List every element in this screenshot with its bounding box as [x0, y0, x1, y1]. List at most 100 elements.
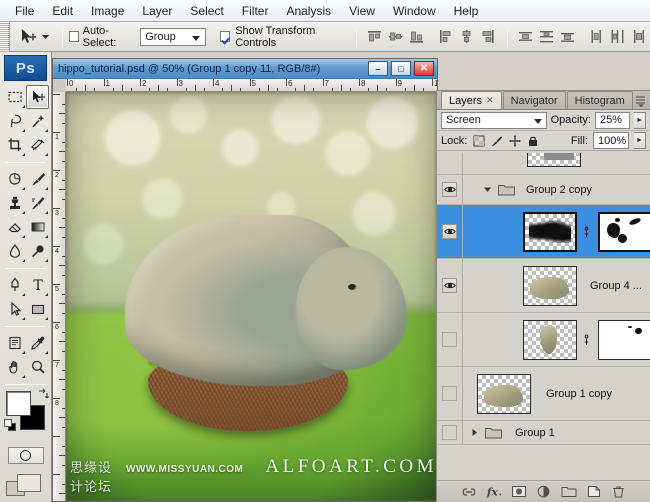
layer-row-hidden-leg[interactable] [437, 313, 650, 367]
magic-wand-tool[interactable] [26, 109, 49, 133]
distribute-left-edges-icon[interactable] [588, 28, 605, 45]
layer-row-group-4[interactable]: Group 4 ... [437, 259, 650, 313]
align-vertical-centers-icon[interactable] [387, 28, 404, 45]
patch-healing-tool[interactable] [3, 167, 26, 191]
align-bottom-edges-icon[interactable] [408, 28, 425, 45]
show-transform-checkbox[interactable] [220, 31, 230, 42]
menu-item-select[interactable]: Select [181, 2, 232, 20]
align-right-edges-icon[interactable] [479, 28, 496, 45]
layer-thumbnail[interactable] [477, 374, 531, 414]
new-adjustment-layer-icon[interactable] [536, 484, 552, 499]
triangle-right-icon[interactable] [469, 428, 480, 437]
foreground-color-swatch[interactable] [6, 391, 31, 416]
lock-position-icon[interactable] [508, 134, 521, 147]
align-top-edges-icon[interactable] [366, 28, 383, 45]
new-layer-icon[interactable] [586, 484, 602, 499]
blur-tool[interactable] [3, 239, 26, 263]
link-icon[interactable] [582, 333, 591, 347]
eye-icon-hidden[interactable] [442, 332, 457, 347]
zoom-tool[interactable] [26, 355, 49, 379]
active-tool-preset-picker[interactable] [10, 27, 56, 47]
layer-row[interactable] [437, 153, 650, 175]
menu-item-filter[interactable]: Filter [233, 2, 278, 20]
opacity-stepper[interactable]: ► [634, 112, 646, 129]
tab-navigator[interactable]: Navigator [503, 91, 566, 109]
layer-visibility-cell[interactable] [437, 153, 463, 174]
tab-histogram[interactable]: Histogram [567, 91, 633, 109]
distribute-right-edges-icon[interactable] [630, 28, 647, 45]
slice-tool[interactable] [26, 133, 49, 157]
eye-icon[interactable] [442, 182, 457, 197]
layer-row-group-2-copy[interactable]: Group 2 copy [437, 175, 650, 205]
eyedropper-tool[interactable] [26, 331, 49, 355]
auto-select-dropdown[interactable]: Group [140, 28, 206, 46]
layer-mask-thumbnail[interactable] [598, 320, 650, 360]
menu-item-file[interactable]: File [6, 2, 43, 20]
layer-visibility-cell[interactable] [437, 367, 463, 420]
layer-mask-thumbnail[interactable] [598, 212, 650, 252]
brush-tool[interactable] [26, 167, 49, 191]
notes-tool[interactable] [3, 331, 26, 355]
eraser-tool[interactable] [3, 215, 26, 239]
menu-item-image[interactable]: Image [82, 2, 133, 20]
close-button[interactable]: ✕ [414, 61, 434, 76]
path-selection-tool[interactable] [3, 297, 26, 321]
document-title-bar[interactable]: hippo_tutorial.psd @ 50% (Group 1 copy 1… [53, 59, 437, 79]
auto-select-checkbox[interactable] [69, 31, 79, 42]
crop-tool[interactable] [3, 133, 26, 157]
quick-mask-mode-icon[interactable] [8, 447, 44, 464]
distribute-bottom-edges-icon[interactable] [559, 28, 576, 45]
menu-item-view[interactable]: View [340, 2, 384, 20]
link-icon[interactable] [582, 225, 591, 239]
blend-mode-dropdown[interactable]: Screen [441, 112, 547, 129]
type-tool[interactable]: T [26, 273, 49, 297]
menu-item-help[interactable]: Help [445, 2, 488, 20]
layer-visibility-cell[interactable] [437, 421, 463, 444]
eye-icon-hidden[interactable] [442, 425, 457, 440]
lasso-tool[interactable] [3, 109, 26, 133]
new-group-icon[interactable] [561, 484, 577, 499]
fill-input[interactable]: 100% [593, 132, 629, 149]
layer-visibility-cell[interactable] [437, 175, 463, 204]
menu-item-analysis[interactable]: Analysis [277, 2, 340, 20]
layer-visibility-cell[interactable] [437, 313, 463, 366]
gradient-tool[interactable] [26, 215, 49, 239]
canvas-area[interactable]: 思缘设计论坛 WWW.MISSYUAN.COM ALFOART.COM [66, 92, 437, 501]
dodge-tool[interactable] [26, 239, 49, 263]
add-layer-mask-icon[interactable] [511, 484, 527, 499]
hand-tool[interactable] [3, 355, 26, 379]
move-tool[interactable] [26, 85, 49, 109]
layer-row-group-1-copy[interactable]: Group 1 copy [437, 367, 650, 421]
vertical-ruler[interactable]: 12345678 [53, 92, 66, 501]
screen-mode-icon[interactable] [6, 474, 46, 500]
rectangle-shape-tool[interactable] [26, 297, 49, 321]
eye-icon[interactable] [442, 278, 457, 293]
maximize-button[interactable]: □ [391, 61, 411, 76]
opacity-input[interactable]: 25% [595, 112, 630, 129]
tool-preset-chevron-down-icon[interactable] [41, 32, 50, 41]
menu-item-edit[interactable]: Edit [43, 2, 82, 20]
lock-image-pixels-icon[interactable] [490, 134, 503, 147]
align-left-edges-icon[interactable] [437, 28, 454, 45]
layer-row-group-1[interactable]: Group 1 [437, 421, 650, 445]
layer-thumbnail[interactable] [527, 153, 581, 167]
layer-thumbnail[interactable] [523, 266, 577, 306]
triangle-down-icon[interactable] [482, 185, 493, 194]
distribute-vertical-centers-icon[interactable] [538, 28, 555, 45]
minimize-button[interactable]: – [368, 61, 388, 76]
lock-all-icon[interactable] [526, 134, 539, 147]
clone-stamp-tool[interactable] [3, 191, 26, 215]
options-bar-grip[interactable] [0, 22, 10, 52]
swap-colors-icon[interactable] [37, 388, 49, 400]
layer-style-fx-icon[interactable]: fx [486, 484, 502, 499]
layer-visibility-cell[interactable] [437, 259, 463, 312]
distribute-horizontal-centers-icon[interactable] [609, 28, 626, 45]
layer-row-selected[interactable] [437, 205, 650, 259]
eye-icon[interactable] [442, 224, 457, 239]
align-horizontal-centers-icon[interactable] [458, 28, 475, 45]
pen-tool[interactable] [3, 273, 26, 297]
distribute-top-edges-icon[interactable] [517, 28, 534, 45]
lock-transparent-pixels-icon[interactable] [472, 134, 485, 147]
tab-layers[interactable]: Layers ✕ [441, 91, 502, 109]
horizontal-ruler[interactable]: 012345678910 [66, 79, 437, 92]
